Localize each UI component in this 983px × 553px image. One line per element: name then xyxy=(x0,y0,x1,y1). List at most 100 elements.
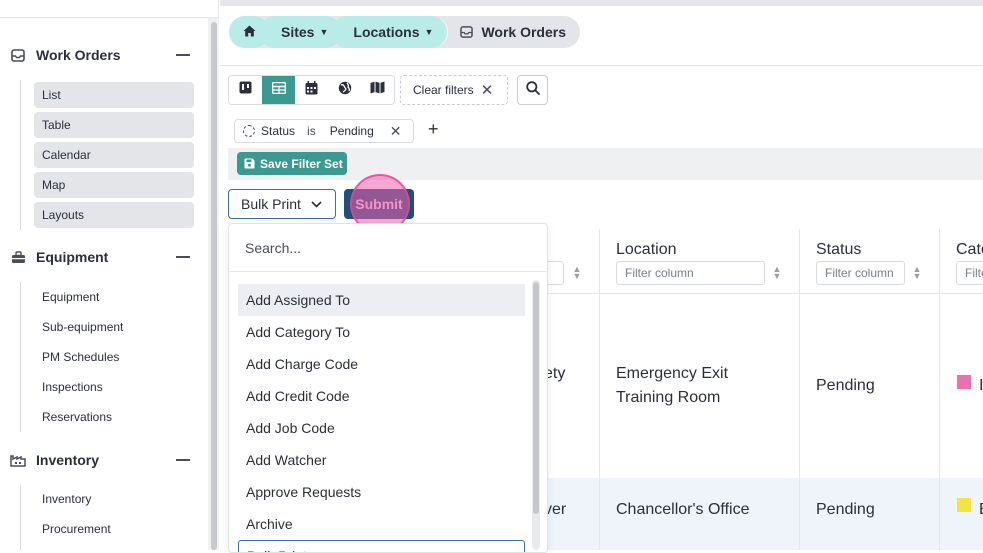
dropdown-scrollbar-thumb[interactable] xyxy=(533,282,539,514)
search-button[interactable] xyxy=(517,75,548,105)
column-divider xyxy=(599,229,600,550)
filter-column-input[interactable]: Filte xyxy=(956,261,983,285)
sort-icon[interactable]: ▲ ▼ xyxy=(772,265,782,281)
sidebar-section-label: Inventory xyxy=(36,452,100,468)
sidebar-section-label: Work Orders xyxy=(36,47,121,63)
sort-icon[interactable]: ▲ ▼ xyxy=(912,265,922,281)
kanban-icon xyxy=(239,81,252,99)
breadcrumb-current: Work Orders xyxy=(448,24,566,40)
column-divider xyxy=(799,229,800,550)
top-strip xyxy=(220,0,983,6)
kanban-view-button[interactable] xyxy=(229,76,262,104)
view-switcher xyxy=(228,75,395,105)
map-icon xyxy=(370,81,385,99)
sidebar-item-equipment[interactable]: Equipment xyxy=(34,284,194,310)
category-color-swatch xyxy=(957,498,971,512)
sidebar-section-label: Equipment xyxy=(36,249,109,265)
calendar-view-button[interactable] xyxy=(295,76,328,104)
table-cell-location: Chancellor's Office xyxy=(616,501,750,518)
dropdown-option[interactable]: Add Watcher xyxy=(238,444,525,476)
sidebar-item-list[interactable]: List xyxy=(34,82,194,108)
dropdown-option[interactable]: Archive xyxy=(238,508,525,540)
sidebar-tree-line xyxy=(20,282,21,432)
sidebar-item-layouts[interactable]: Layouts xyxy=(34,202,194,228)
bulk-action-select[interactable]: Bulk Print xyxy=(228,189,336,219)
dropdown-option[interactable]: Add Job Code xyxy=(238,412,525,444)
table-cell-location: Training Room xyxy=(616,389,721,406)
chevron-down-icon xyxy=(311,200,322,208)
map-view-button[interactable] xyxy=(361,76,394,104)
sidebar-divider xyxy=(0,17,218,18)
filter-field: Status xyxy=(261,124,296,138)
dropdown-option[interactable]: Approve Requests xyxy=(238,476,525,508)
table-cell-status: Pending xyxy=(816,377,875,394)
save-icon xyxy=(244,158,255,169)
dropdown-option[interactable]: Add Assigned To xyxy=(238,284,525,316)
table-cell-location: Emergency Exit xyxy=(616,365,729,382)
globe-view-button[interactable] xyxy=(328,76,361,104)
bulk-action-dropdown: Search... Add Assigned To Add Category T… xyxy=(228,223,548,553)
sidebar-scrollbar-thumb[interactable] xyxy=(211,22,217,550)
column-header-category[interactable]: Cate xyxy=(956,241,983,259)
table-cell-category: I xyxy=(979,377,983,394)
filter-column-input[interactable]: Filter column xyxy=(816,261,905,285)
save-filter-set-button[interactable]: Save Filter Set xyxy=(237,152,347,175)
sidebar-item-inspections[interactable]: Inspections xyxy=(34,374,194,400)
status-dotted-circle-icon xyxy=(243,125,255,137)
dropdown-search-input[interactable]: Search... xyxy=(229,224,547,272)
sidebar-item-calendar[interactable]: Calendar xyxy=(34,142,194,168)
home-icon xyxy=(243,24,256,40)
table-view-button[interactable] xyxy=(262,76,295,104)
remove-filter-icon[interactable]: ✕ xyxy=(390,123,402,140)
filter-operator: is xyxy=(307,124,316,138)
breadcrumb-locations[interactable]: Locations ▼ xyxy=(331,16,449,48)
column-header-status[interactable]: Status xyxy=(816,241,861,259)
table-icon xyxy=(271,81,286,99)
close-icon: ✕ xyxy=(480,82,494,99)
sidebar-item-sub-equipment[interactable]: Sub-equipment xyxy=(34,314,194,340)
inbox-icon xyxy=(10,47,26,63)
submit-button[interactable]: Submit xyxy=(344,189,414,219)
sidebar-item-pm-schedules[interactable]: PM Schedules xyxy=(34,344,194,370)
sidebar-tree-line xyxy=(20,80,21,230)
inbox-icon xyxy=(460,26,474,38)
dropdown-option[interactable]: Add Credit Code xyxy=(238,380,525,412)
save-filter-set-label: Save Filter Set xyxy=(260,156,343,171)
dropdown-option[interactable]: Add Category To xyxy=(238,316,525,348)
add-filter-icon[interactable]: + xyxy=(428,119,439,140)
sidebar-section-inventory[interactable]: Inventory xyxy=(10,450,200,470)
sidebar: Work Orders List Table Calendar Map Layo… xyxy=(0,0,219,550)
caret-down-icon: ▼ xyxy=(319,27,329,37)
header-divider xyxy=(220,65,983,66)
collapse-icon[interactable] xyxy=(176,459,190,461)
clear-filters-button[interactable]: Clear filters ✕ xyxy=(400,75,508,105)
sidebar-item-reservations[interactable]: Reservations xyxy=(34,404,194,430)
filter-chip-status[interactable]: Status is Pending ✕ xyxy=(234,119,414,143)
calendar-icon xyxy=(305,80,318,100)
collapse-icon[interactable] xyxy=(176,256,190,258)
warehouse-icon xyxy=(10,452,26,468)
sidebar-item-map[interactable]: Map xyxy=(34,172,194,198)
globe-icon xyxy=(338,81,352,100)
sidebar-section-equipment[interactable]: Equipment xyxy=(10,247,200,267)
column-header-location[interactable]: Location xyxy=(616,241,677,259)
filter-column-input[interactable]: Filter column xyxy=(616,261,765,285)
breadcrumb: Sites ▼ Locations ▼ Work Orders xyxy=(229,16,580,48)
filter-value: Pending xyxy=(329,124,374,138)
sort-icon[interactable]: ▲ ▼ xyxy=(572,265,582,281)
sidebar-section-work-orders[interactable]: Work Orders xyxy=(10,45,200,65)
dropdown-option[interactable]: Add Charge Code xyxy=(238,348,525,380)
table-cell-category: E xyxy=(979,498,983,522)
sidebar-item-inventory[interactable]: Inventory xyxy=(34,486,194,512)
breadcrumb-label: Sites xyxy=(281,24,315,40)
sidebar-item-procurement[interactable]: Procurement xyxy=(34,516,194,542)
search-icon xyxy=(525,80,540,100)
collapse-icon[interactable] xyxy=(176,54,190,56)
sidebar-tree-line xyxy=(20,485,21,550)
caret-down-icon: ▼ xyxy=(424,27,434,37)
breadcrumb-label: Work Orders xyxy=(481,24,566,40)
sidebar-item-table[interactable]: Table xyxy=(34,112,194,138)
column-divider xyxy=(939,229,940,550)
clear-filters-label: Clear filters xyxy=(413,83,474,97)
dropdown-option-selected[interactable]: Bulk Print xyxy=(238,540,525,552)
